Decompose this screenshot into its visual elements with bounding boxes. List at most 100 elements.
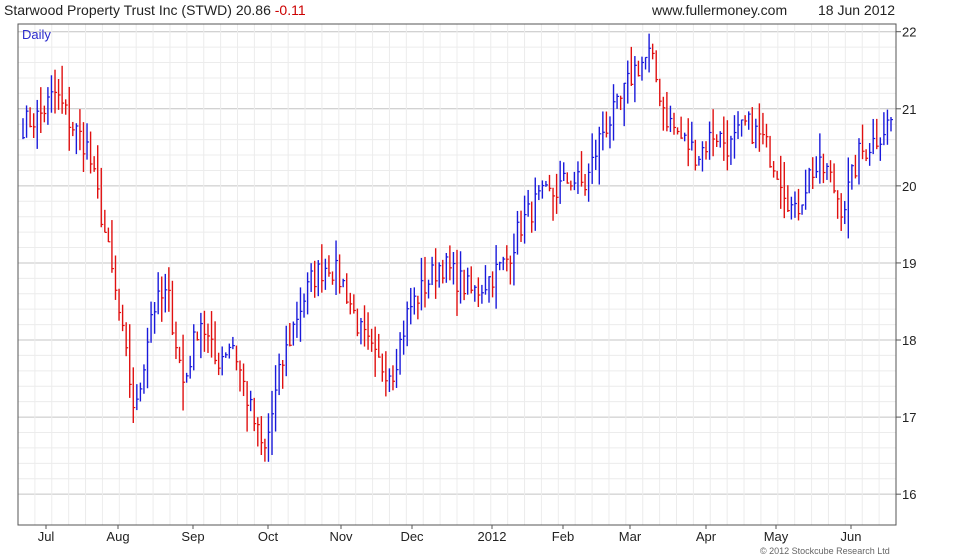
price-bar [299, 287, 303, 342]
price-bar [765, 123, 769, 148]
price-bar [232, 336, 235, 350]
price-bar [651, 43, 655, 60]
price-bar [726, 120, 730, 171]
price-bar [61, 65, 65, 114]
price-bar [577, 161, 580, 194]
y-tick-label: 21 [902, 102, 916, 117]
price-bar [498, 261, 502, 271]
price-bar [566, 172, 570, 184]
price-bar [772, 161, 776, 178]
price-bar [516, 210, 520, 255]
price-bar [381, 353, 385, 382]
price-bar [356, 308, 360, 337]
price-bar [523, 195, 527, 244]
price-bar [143, 364, 146, 394]
price-bar [705, 141, 709, 160]
price-bar [57, 79, 61, 110]
x-tick-label: Jun [841, 529, 862, 544]
price-bar [338, 254, 342, 294]
price-bar [43, 105, 47, 123]
price-bar [541, 180, 545, 199]
price-bar [214, 321, 218, 365]
price-bar [22, 118, 25, 140]
price-bar [819, 133, 822, 184]
price-bar [406, 301, 410, 347]
price-bar [75, 123, 79, 155]
price-bar [669, 105, 673, 133]
x-tick-label: Aug [106, 529, 129, 544]
price-bar [548, 174, 552, 192]
price-bar [225, 352, 228, 358]
price-bar [687, 118, 691, 167]
price-bar [861, 124, 865, 160]
price-bar [829, 160, 833, 183]
price-bar [107, 227, 111, 243]
price-bar [64, 99, 68, 115]
price-bar [132, 367, 136, 423]
price-bar [239, 360, 242, 392]
y-tick-label: 19 [902, 256, 916, 271]
price-bar [399, 332, 403, 375]
price-bar [203, 310, 207, 352]
price-bar [563, 162, 566, 182]
price-bar [676, 127, 680, 135]
x-tick-label: Apr [696, 529, 717, 544]
price-bar [200, 312, 203, 359]
price-bar [801, 204, 805, 215]
price-bar [612, 84, 616, 141]
price-bar [47, 87, 50, 125]
price-bar [196, 331, 200, 341]
price-bar [740, 119, 744, 137]
x-tick-label: Dec [400, 529, 424, 544]
price-bar [296, 301, 299, 338]
price-bar [637, 60, 641, 77]
price-bar [466, 267, 470, 295]
price-bar [427, 279, 431, 299]
price-bar [463, 269, 467, 301]
y-tick-label: 16 [902, 487, 916, 502]
price-bar [794, 191, 797, 218]
price-bar [97, 145, 100, 199]
price-bar [171, 280, 175, 336]
price-bar [185, 372, 189, 383]
price-bar [580, 151, 584, 187]
price-bar [680, 116, 684, 139]
price-bar [189, 355, 193, 379]
price-bar [260, 416, 264, 456]
price-bar [68, 86, 72, 151]
price-bar [349, 292, 353, 315]
price-bar [591, 133, 595, 184]
price-bar [267, 413, 271, 462]
price-bar [858, 138, 861, 185]
price-bar [54, 69, 58, 114]
price-bar [509, 255, 513, 285]
price-bar [836, 190, 840, 219]
price-bar [328, 255, 331, 277]
price-bar [125, 322, 129, 357]
price-bar [730, 135, 733, 165]
price-bar [659, 78, 662, 107]
price-bar [253, 397, 257, 432]
price-bar [602, 111, 605, 151]
price-bar [627, 60, 630, 104]
price-bar [25, 105, 29, 138]
price-bar [812, 157, 815, 189]
price-bar [701, 141, 705, 172]
x-tick-label: Nov [329, 529, 353, 544]
price-bar [723, 116, 726, 161]
price-bar [79, 109, 82, 151]
price-bar [570, 180, 573, 191]
price-bar [452, 251, 456, 285]
price-bar [733, 115, 737, 159]
price-bar [715, 134, 719, 147]
price-bar [527, 189, 531, 217]
price-bar [395, 348, 399, 388]
price-bar [104, 209, 107, 233]
price-bar [289, 322, 292, 347]
price-bar [378, 333, 381, 358]
price-bar [182, 334, 186, 411]
price-bar [477, 277, 481, 308]
x-tick-label: 2012 [478, 529, 507, 544]
price-bar [513, 233, 516, 286]
price-bar [367, 312, 371, 350]
